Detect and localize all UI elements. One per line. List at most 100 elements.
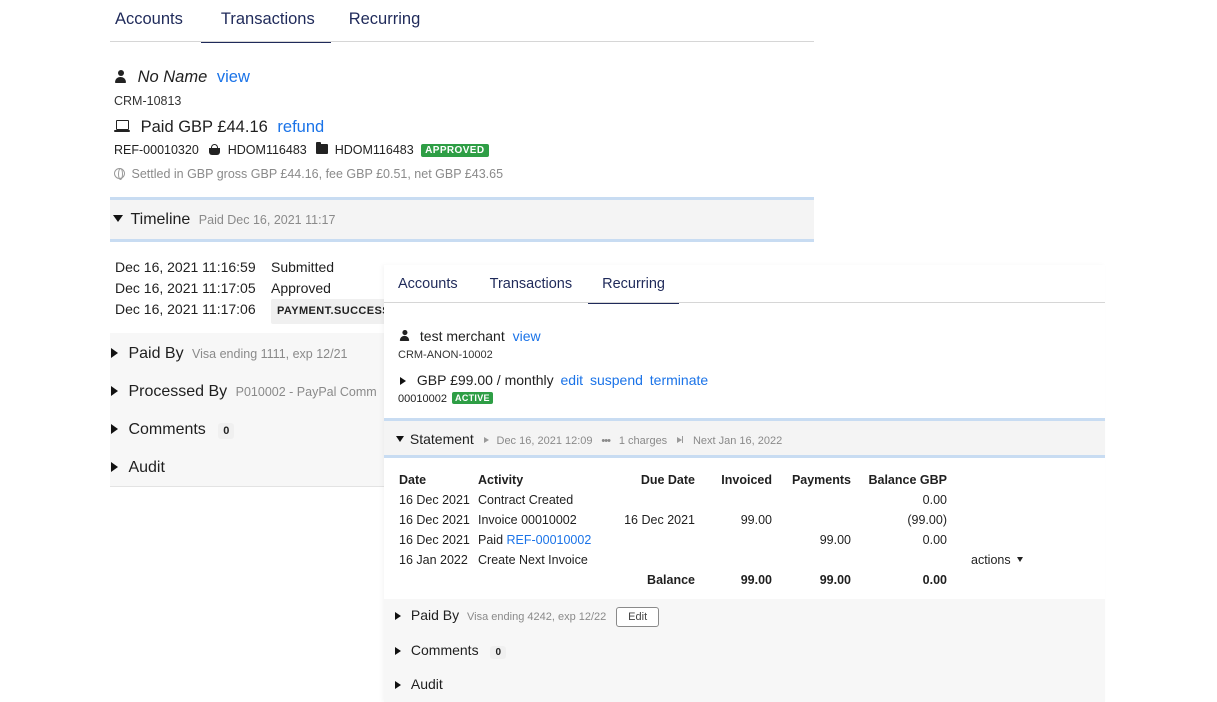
cell-balance: 0.00 (922, 533, 947, 547)
event-time: Dec 16, 2021 11:17:06 (115, 301, 256, 317)
paid-by-label: Paid By (410, 607, 460, 623)
timeline-event: Dec 16, 2021 11:17:06 PAYMENT.SUCCESS (115, 299, 396, 324)
triangle-right-icon[interactable] (400, 377, 406, 385)
totals-balance: 0.00 (922, 573, 947, 587)
triangle-right-icon (395, 612, 401, 620)
folder-icon (316, 142, 329, 154)
tab-transactions[interactable]: Transactions (200, 0, 331, 43)
totals-empty (947, 570, 1037, 590)
totals-payments: 99.00 (819, 573, 851, 587)
comments-section[interactable]: Comments 0 (111, 421, 235, 439)
cell-payments: 99.00 (819, 533, 851, 547)
audit-label: Audit (410, 676, 443, 692)
triangle-right-icon (111, 386, 118, 396)
tab-accounts[interactable]: Accounts (110, 0, 201, 42)
edit-plan-link[interactable]: edit (561, 372, 584, 388)
totals-row: Balance 99.00 99.00 0.00 (399, 570, 1037, 590)
timeline-summary: Paid Dec 16, 2021 11:17 (198, 213, 336, 227)
triangle-right-icon (111, 462, 118, 472)
processed-by-label: Processed By (128, 383, 228, 400)
globe-icon (114, 168, 125, 180)
cell-balance: 0.00 (922, 493, 947, 507)
customer-line: No Name view (114, 68, 250, 87)
cell-actions (947, 530, 1037, 550)
cell-due (606, 490, 695, 510)
cell-due (606, 550, 695, 570)
payment-line: Paid GBP £44.16 refund (114, 118, 324, 137)
cell-date: 16 Dec 2021 (399, 493, 470, 507)
cell-date: 16 Dec 2021 (399, 533, 470, 547)
paid-by-section[interactable]: Paid By Visa ending 1111, exp 12/21 (111, 345, 348, 363)
cell-balance (851, 550, 947, 570)
totals-label: Balance (647, 573, 695, 587)
col-date: Date (399, 473, 427, 487)
table-header-row: Date Activity Due Date Invoiced Payments… (399, 470, 1037, 490)
customer-line: test merchant view (398, 328, 541, 344)
actions-label: actions (971, 553, 1011, 567)
folder-id: HDOM116483 (334, 143, 414, 157)
col-invoiced: Invoiced (721, 473, 772, 487)
customer-name: No Name (137, 68, 208, 86)
status-badge: APPROVED (421, 144, 489, 157)
edit-button[interactable]: Edit (616, 607, 660, 627)
cell-due: 16 Dec 2021 (624, 513, 695, 527)
status-badge: ACTIVE (452, 392, 493, 404)
triangle-right-icon (111, 424, 118, 434)
customer-name: test merchant (419, 328, 505, 344)
paid-by-detail: Visa ending 1111, exp 12/21 (192, 347, 348, 361)
payment-ref-link[interactable]: REF-00010002 (507, 533, 592, 547)
statement-date: Dec 16, 2021 12:09 (496, 435, 593, 447)
skip-bar (682, 436, 684, 443)
tab-accounts[interactable]: Accounts (384, 265, 474, 303)
totals-invoiced: 99.00 (740, 573, 772, 587)
timeline-header[interactable]: Timeline Paid Dec 16, 2021 11:17 (110, 197, 814, 242)
paid-by-section[interactable]: Paid By Visa ending 4242, exp 12/22 Edit (395, 607, 660, 627)
tab-bar: Accounts Transactions Recurring (384, 265, 1105, 304)
timeline-events: Dec 16, 2021 11:16:59 Submitted Dec 16, 2… (115, 257, 396, 324)
view-customer-link[interactable]: view (513, 328, 541, 344)
statement-header[interactable]: Statement Dec 16, 2021 12:09 ••• 1 charg… (384, 418, 1105, 458)
event-name: Submitted (271, 259, 335, 275)
event-time: Dec 16, 2021 11:17:05 (115, 280, 256, 296)
statement-toggle[interactable]: Statement Dec 16, 2021 12:09 ••• 1 charg… (396, 431, 782, 447)
table-row: 16 Dec 2021 Invoice 00010002 16 Dec 2021… (399, 510, 1037, 530)
processed-by-detail: P010002 - PayPal Comm (235, 385, 377, 399)
audit-section[interactable]: Audit (111, 459, 165, 477)
tab-transactions[interactable]: Transactions (474, 265, 588, 303)
cell-invoiced: 99.00 (740, 513, 772, 527)
totals-empty (478, 570, 606, 590)
cell-date: 16 Dec 2021 (399, 513, 470, 527)
recurring-panel: Accounts Transactions Recurring test mer… (384, 265, 1105, 702)
col-payments: Payments (791, 473, 851, 487)
col-activity: Activity (478, 473, 524, 487)
tab-recurring[interactable]: Recurring (588, 265, 679, 304)
cell-invoiced (695, 550, 772, 570)
payment-title: Paid GBP £44.16 (140, 118, 268, 136)
col-due-date: Due Date (640, 473, 695, 487)
statement-table: Date Activity Due Date Invoiced Payments… (399, 470, 1037, 590)
cell-payments (772, 490, 851, 510)
payment-reference: REF-00010320 (114, 143, 199, 157)
comments-count: 0 (490, 646, 507, 659)
terminate-link[interactable]: terminate (650, 372, 708, 388)
processed-by-section[interactable]: Processed By P010002 - PayPal Comm (111, 383, 377, 401)
triangle-down-icon (396, 436, 404, 442)
comments-label: Comments (410, 642, 479, 658)
cell-payments (772, 550, 851, 570)
comments-section[interactable]: Comments 0 (395, 642, 507, 659)
tab-recurring[interactable]: Recurring (331, 0, 439, 42)
basket-id: HDOM116483 (227, 143, 307, 157)
refund-link[interactable]: refund (277, 118, 324, 136)
audit-section[interactable]: Audit (395, 676, 443, 692)
plan-title: GBP £99.00 / monthly (416, 372, 554, 388)
view-customer-link[interactable]: view (217, 68, 250, 86)
suspend-link[interactable]: suspend (590, 372, 643, 388)
cell-invoiced (695, 530, 772, 550)
table-row: 16 Dec 2021 Contract Created 0.00 (399, 490, 1037, 510)
cell-date: 16 Jan 2022 (399, 553, 468, 567)
actions-dropdown[interactable]: actions (947, 550, 1037, 570)
ellipsis-icon: ••• (601, 435, 611, 447)
timeline-toggle[interactable]: Timeline Paid Dec 16, 2021 11:17 (113, 211, 335, 229)
plan-id: 00010002 (398, 393, 447, 405)
laptop-icon (114, 120, 130, 132)
